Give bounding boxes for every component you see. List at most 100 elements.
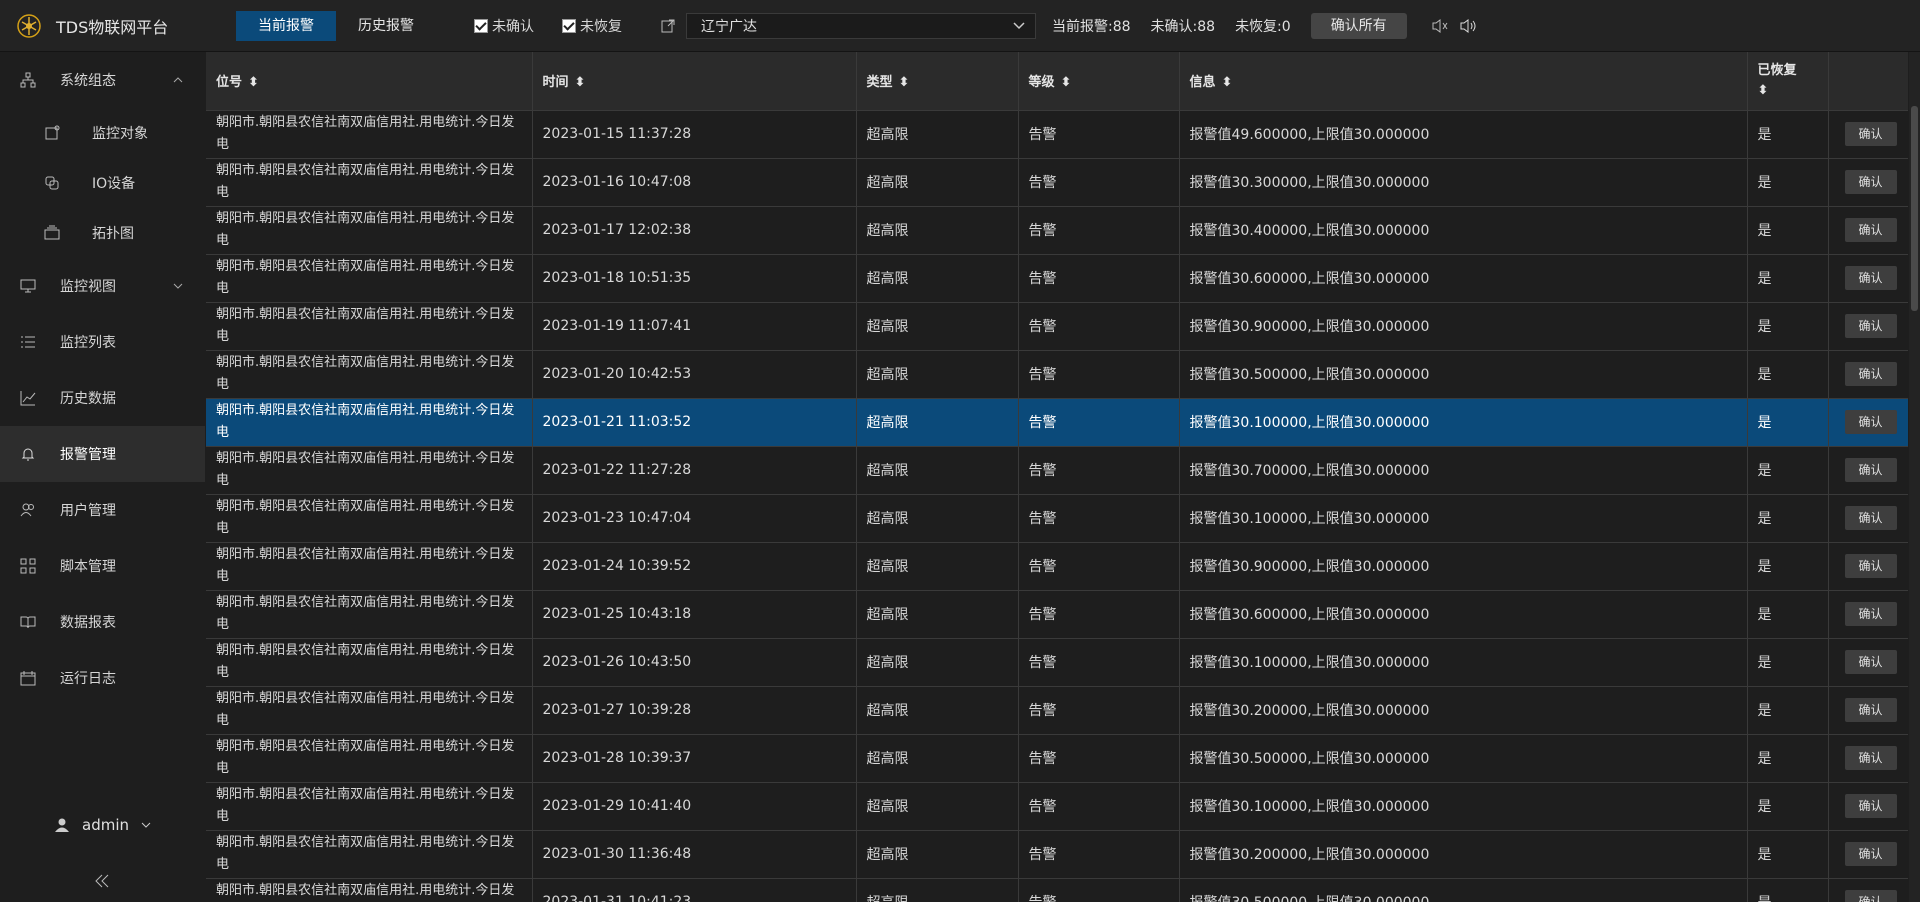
unrecovered-checkbox[interactable] — [562, 18, 576, 33]
confirm-button[interactable]: 确认 — [1844, 410, 1897, 434]
cell-level: 告警 — [1018, 302, 1180, 351]
cell-time: 2023-01-28 10:39:37 — [532, 734, 857, 783]
logo-icon — [17, 13, 41, 38]
confirm-button[interactable]: 确认 — [1844, 746, 1897, 770]
table-row[interactable]: 朝阳市.朝阳县农信社南双庙信用社.用电统计.今日发电 2023-01-21 11:… — [206, 398, 1908, 447]
sidebar-item-io-device[interactable]: IO设备 — [0, 158, 205, 208]
col-header-type[interactable]: 类型 ⬍ — [856, 52, 1019, 111]
sort-icon[interactable]: ⬍ — [1222, 75, 1233, 90]
confirm-button[interactable]: 确认 — [1844, 314, 1897, 338]
cell-info: 报警值30.100000,上限值30.000000 — [1179, 494, 1748, 543]
mute-icon[interactable] — [1431, 18, 1449, 34]
cell-type: 超高限 — [856, 494, 1019, 543]
table-row[interactable]: 朝阳市.朝阳县农信社南双庙信用社.用电统计.今日发电 2023-01-18 10:… — [206, 254, 1908, 303]
table-row[interactable]: 朝阳市.朝阳县农信社南双庙信用社.用电统计.今日发电 2023-01-16 10:… — [206, 158, 1908, 207]
sort-icon[interactable]: ⬍ — [248, 75, 259, 90]
user-menu[interactable]: admin — [0, 816, 205, 834]
sidebar-item-script-management[interactable]: 脚本管理 — [0, 538, 205, 594]
table-row[interactable]: 朝阳市.朝阳县农信社南双庙信用社.用电统计.今日发电 2023-01-22 11:… — [206, 446, 1908, 495]
table-row[interactable]: 朝阳市.朝阳县农信社南双庙信用社.用电统计.今日发电 2023-01-19 11:… — [206, 302, 1908, 351]
table-row[interactable]: 朝阳市.朝阳县农信社南双庙信用社.用电统计.今日发电2023-01-31 10:… — [206, 878, 1908, 902]
cell-level: 告警 — [1018, 734, 1180, 783]
table-scrollbar[interactable] — [1909, 52, 1920, 902]
confirm-button[interactable]: 确认 — [1844, 602, 1897, 626]
confirm-button[interactable]: 确认 — [1844, 170, 1897, 194]
sidebar-item-monitor-list[interactable]: 监控列表 — [0, 314, 205, 370]
confirm-button[interactable]: 确认 — [1844, 698, 1897, 722]
confirm-button[interactable]: 确认 — [1844, 122, 1897, 146]
cell-recovered: 是 — [1747, 686, 1829, 735]
sidebar-item-history-data[interactable]: 历史数据 — [0, 370, 205, 426]
sidebar-item-monitor-object[interactable]: 监控对象 — [0, 108, 205, 158]
cell-type: 超高限 — [856, 638, 1019, 687]
cell-info: 报警值30.500000,上限值30.000000 — [1179, 734, 1748, 783]
table-row[interactable]: 朝阳市.朝阳县农信社南双庙信用社.用电统计.今日发电 2023-01-23 10:… — [206, 494, 1908, 543]
cell-time: 2023-01-20 10:42:53 — [532, 350, 857, 399]
filter-unrecovered[interactable]: 未恢复 — [562, 16, 622, 36]
region-select[interactable]: 辽宁广达 — [686, 12, 1036, 39]
sidebar-item-monitor-view[interactable]: 监控视图 — [0, 258, 205, 314]
col-header-time[interactable]: 时间 ⬍ — [532, 52, 857, 111]
cell-action: 确认 — [1828, 878, 1908, 902]
cell-position: 朝阳市.朝阳县农信社南双庙信用社.用电统计.今日发电 — [206, 206, 533, 255]
sort-icon[interactable]: ⬍ — [1061, 75, 1072, 90]
table-row[interactable]: 朝阳市.朝阳县农信社南双庙信用社.用电统计.今日发电 2023-01-27 10:… — [206, 686, 1908, 735]
col-header-recovered[interactable]: 已恢复 ⬍ — [1747, 52, 1829, 111]
filter-unconfirmed[interactable]: 未确认 — [474, 16, 534, 36]
confirm-button[interactable]: 确认 — [1844, 506, 1897, 530]
unconfirmed-checkbox[interactable] — [474, 18, 488, 33]
cell-recovered: 是 — [1747, 590, 1829, 639]
table-row[interactable]: 朝阳市.朝阳县农信社南双庙信用社.用电统计.今日发电 2023-01-26 10:… — [206, 638, 1908, 687]
sidebar-item-system-config[interactable]: 系统组态 — [0, 52, 205, 108]
cell-action: 确认 — [1828, 638, 1908, 687]
sort-icon[interactable]: ⬍ — [1758, 81, 1769, 101]
confirm-button[interactable]: 确认 — [1844, 650, 1897, 674]
table-row[interactable]: 朝阳市.朝阳县农信社南双庙信用社.用电统计.今日发电 2023-01-29 10:… — [206, 782, 1908, 831]
confirm-button[interactable]: 确认 — [1844, 266, 1897, 290]
alarm-table-container: 位号 ⬍ 时间 ⬍ 类型 ⬍ 等级 ⬍ 信息 ⬍ 已恢复 ⬍ 朝阳市.朝阳县农信社南双庙信用… — [206, 52, 1908, 902]
confirm-button[interactable]: 确认 — [1844, 890, 1897, 902]
cell-recovered: 是 — [1747, 542, 1829, 591]
cell-time: 2023-01-17 12:02:38 — [532, 206, 857, 255]
sidebar-item-run-log[interactable]: 运行日志 — [0, 650, 205, 706]
confirm-button[interactable]: 确认 — [1844, 794, 1897, 818]
sidebar-item-alarm-management[interactable]: 报警管理 — [0, 426, 205, 482]
col-header-info[interactable]: 信息 ⬍ — [1179, 52, 1748, 111]
sort-icon[interactable]: ⬍ — [575, 75, 586, 90]
confirm-button[interactable]: 确认 — [1844, 842, 1897, 866]
sidebar-item-user-management[interactable]: 用户管理 — [0, 482, 205, 538]
stat-unrecovered: 未恢复:0 — [1235, 18, 1291, 35]
col-header-action — [1828, 52, 1908, 111]
confirm-all-button[interactable]: 确认所有 — [1310, 12, 1407, 39]
sort-icon[interactable]: ⬍ — [899, 75, 910, 90]
sidebar-item-data-report[interactable]: 数据报表 — [0, 594, 205, 650]
tab-history-alarm[interactable]: 历史报警 — [336, 11, 436, 41]
table-row[interactable]: 朝阳市.朝阳县农信社南双庙信用社.用电统计.今日发电 2023-01-30 11:… — [206, 830, 1908, 879]
cell-position: 朝阳市.朝阳县农信社南双庙信用社.用电统计.今日发电 — [206, 110, 533, 159]
col-header-level[interactable]: 等级 ⬍ — [1018, 52, 1180, 111]
cell-info: 报警值30.500000,上限值30.000000 — [1179, 350, 1748, 399]
confirm-button[interactable]: 确认 — [1844, 218, 1897, 242]
external-link-icon[interactable] — [660, 18, 676, 34]
table-row[interactable]: 朝阳市.朝阳县农信社南双庙信用社.用电统计.今日发电 2023-01-24 10:… — [206, 542, 1908, 591]
collapse-sidebar-icon[interactable] — [94, 874, 110, 888]
scrollbar-thumb[interactable] — [1911, 106, 1918, 311]
sidebar-item-topology[interactable]: 拓扑图 — [0, 208, 205, 258]
confirm-button[interactable]: 确认 — [1844, 458, 1897, 482]
cell-position: 朝阳市.朝阳县农信社南双庙信用社.用电统计.今日发电 — [206, 878, 533, 902]
col-header-position[interactable]: 位号 ⬍ — [206, 52, 533, 111]
cell-recovered: 是 — [1747, 638, 1829, 687]
list-icon — [20, 334, 36, 350]
cell-time: 2023-01-24 10:39:52 — [532, 542, 857, 591]
confirm-button[interactable]: 确认 — [1844, 554, 1897, 578]
table-row[interactable]: 朝阳市.朝阳县农信社南双庙信用社.用电统计.今日发电 2023-01-25 10:… — [206, 590, 1908, 639]
cell-level: 告警 — [1018, 398, 1180, 447]
table-row[interactable]: 朝阳市.朝阳县农信社南双庙信用社.用电统计.今日发电 2023-01-20 10:… — [206, 350, 1908, 399]
table-row[interactable]: 朝阳市.朝阳县农信社南双庙信用社.用电统计.今日发电 2023-01-28 10:… — [206, 734, 1908, 783]
confirm-button[interactable]: 确认 — [1844, 362, 1897, 386]
table-row[interactable]: 朝阳市.朝阳县农信社南双庙信用社.用电统计.今日发电 2023-01-17 12:… — [206, 206, 1908, 255]
sitemap-icon — [20, 72, 36, 88]
volume-icon[interactable] — [1459, 18, 1477, 34]
table-row[interactable]: 朝阳市.朝阳县农信社南双庙信用社.用电统计.今日发电 2023-01-15 11:… — [206, 110, 1908, 159]
tab-current-alarm[interactable]: 当前报警 — [236, 10, 336, 41]
